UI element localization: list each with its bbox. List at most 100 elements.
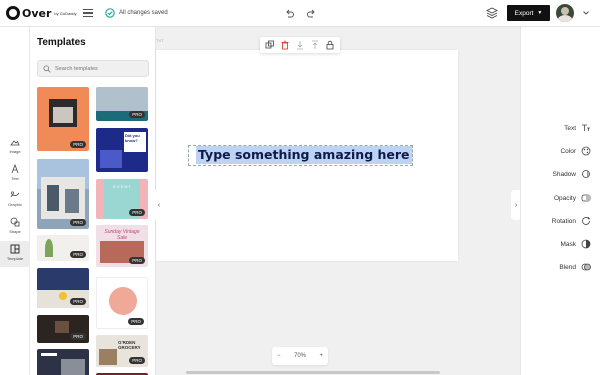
blend-icon bbox=[581, 263, 591, 271]
template-card[interactable]: G'RDEN GROCERY PRO bbox=[96, 335, 148, 367]
tool-text[interactable]: Text bbox=[0, 164, 30, 188]
logo-text: Over bbox=[22, 6, 52, 20]
template-card-text: Sunday Vintage Sale bbox=[104, 229, 140, 241]
tool-template[interactable]: Template bbox=[0, 241, 30, 267]
redo-icon[interactable] bbox=[306, 8, 317, 19]
property-rotation[interactable]: Rotation bbox=[521, 214, 600, 228]
chevron-down-icon: ▼ bbox=[537, 10, 543, 16]
save-status: All changes saved bbox=[105, 8, 168, 18]
chevron-right-icon: › bbox=[514, 201, 518, 209]
logo-mark-icon bbox=[6, 6, 20, 20]
template-card[interactable]: PRO bbox=[96, 277, 148, 329]
zoom-out-button[interactable]: − bbox=[277, 353, 281, 359]
property-label: Opacity bbox=[553, 194, 576, 202]
rotation-icon bbox=[582, 217, 590, 225]
check-circle-icon bbox=[105, 8, 115, 18]
template-card[interactable]: PRO bbox=[37, 87, 89, 151]
move-down-icon[interactable] bbox=[295, 40, 305, 50]
pro-badge: PRO bbox=[70, 251, 86, 258]
property-text[interactable]: Text bbox=[521, 121, 600, 135]
undo-icon[interactable] bbox=[284, 8, 295, 19]
text-format-icon bbox=[582, 124, 590, 131]
templates-panel: Templates PRO PRO PRO PRO PRO PRO bbox=[30, 27, 156, 375]
pro-badge: PRO bbox=[129, 357, 145, 364]
chevron-left-icon: ‹ bbox=[157, 201, 161, 209]
avatar[interactable] bbox=[556, 4, 574, 22]
zoom-control: − 70% + bbox=[272, 347, 328, 365]
property-label: Shadow bbox=[552, 170, 577, 178]
tool-image[interactable]: Image bbox=[0, 137, 30, 161]
tool-rail: Image Text Graphic Shape Template bbox=[0, 27, 30, 375]
tool-graphic[interactable]: Graphic bbox=[0, 190, 30, 214]
templates-title: Templates bbox=[37, 37, 86, 48]
collapse-left-panel-button[interactable]: ‹ bbox=[153, 190, 165, 220]
move-up-icon[interactable] bbox=[310, 40, 320, 50]
user-menu-chevron-icon[interactable] bbox=[582, 9, 590, 17]
artboard-label: TXT bbox=[156, 38, 164, 43]
tool-shape[interactable]: Shape bbox=[0, 217, 30, 241]
template-card[interactable]: PRO bbox=[37, 315, 89, 343]
opacity-icon bbox=[581, 194, 591, 202]
search-icon bbox=[43, 64, 51, 73]
property-mask[interactable]: Mask bbox=[521, 237, 600, 251]
template-card-text: G'RDEN GROCERY bbox=[118, 340, 141, 350]
delete-icon[interactable] bbox=[280, 40, 290, 50]
lock-icon[interactable] bbox=[325, 40, 335, 50]
pro-badge: PRO bbox=[129, 111, 145, 118]
template-card-text: Did you know? bbox=[125, 133, 140, 143]
pro-badge: PRO bbox=[70, 333, 86, 340]
template-card[interactable] bbox=[37, 349, 89, 375]
tool-label: Template bbox=[6, 256, 24, 261]
canvas-text-element[interactable]: Type something amazing here bbox=[196, 146, 412, 164]
over-logo[interactable]: Over by GoDaddy bbox=[6, 6, 77, 20]
pro-badge: PRO bbox=[70, 141, 86, 148]
context-toolbar bbox=[260, 37, 340, 53]
tool-label: Shape bbox=[9, 229, 21, 234]
layers-icon[interactable] bbox=[486, 7, 498, 19]
template-search[interactable] bbox=[37, 60, 149, 77]
text-icon bbox=[11, 164, 19, 174]
tool-label: Image bbox=[9, 149, 21, 154]
template-card[interactable]: PRO bbox=[96, 87, 148, 121]
property-color[interactable]: Color bbox=[521, 144, 600, 158]
horizontal-scrollbar[interactable] bbox=[186, 371, 440, 374]
property-opacity[interactable]: Opacity bbox=[521, 191, 600, 205]
property-label: Text bbox=[564, 124, 576, 132]
tool-label: Graphic bbox=[7, 202, 22, 207]
graphic-icon bbox=[10, 191, 20, 198]
pro-badge: PRO bbox=[128, 318, 144, 325]
save-status-text: All changes saved bbox=[119, 10, 168, 16]
pro-badge: PRO bbox=[129, 257, 145, 264]
mask-icon bbox=[581, 239, 591, 249]
property-label: Color bbox=[560, 147, 576, 155]
property-label: Rotation bbox=[551, 217, 576, 225]
zoom-in-button[interactable]: + bbox=[319, 353, 323, 359]
pro-badge: PRO bbox=[129, 209, 145, 216]
properties-panel: Text Color Shadow Opacity Rotation Mask … bbox=[520, 27, 600, 375]
image-icon bbox=[10, 140, 20, 146]
pro-badge: PRO bbox=[70, 219, 86, 226]
shadow-icon bbox=[582, 170, 590, 178]
property-shadow[interactable]: Shadow bbox=[521, 167, 600, 181]
template-card[interactable]: E V E N T PRO bbox=[96, 179, 148, 219]
property-blend[interactable]: Blend bbox=[521, 260, 600, 274]
template-card[interactable]: PRO bbox=[37, 159, 89, 229]
palette-icon bbox=[581, 146, 591, 156]
template-card[interactable]: Did you know? bbox=[96, 128, 148, 172]
template-card[interactable]: Sunday Vintage Sale PRO bbox=[96, 225, 148, 267]
template-card[interactable]: PRO bbox=[37, 235, 89, 261]
shape-icon bbox=[10, 217, 20, 227]
export-button[interactable]: Export ▼ bbox=[507, 5, 550, 21]
top-bar: Over by GoDaddy All changes saved Export… bbox=[0, 0, 600, 27]
template-card[interactable]: PRO bbox=[37, 268, 89, 308]
menu-icon[interactable] bbox=[83, 9, 93, 17]
template-icon bbox=[10, 244, 20, 254]
pro-badge: PRO bbox=[70, 298, 86, 305]
duplicate-icon[interactable] bbox=[265, 40, 275, 50]
property-label: Mask bbox=[560, 240, 576, 248]
property-label: Blend bbox=[559, 263, 576, 271]
tool-label: Text bbox=[11, 176, 19, 181]
export-label: Export bbox=[514, 9, 534, 17]
zoom-level[interactable]: 70% bbox=[294, 353, 306, 359]
template-search-input[interactable] bbox=[55, 65, 145, 72]
